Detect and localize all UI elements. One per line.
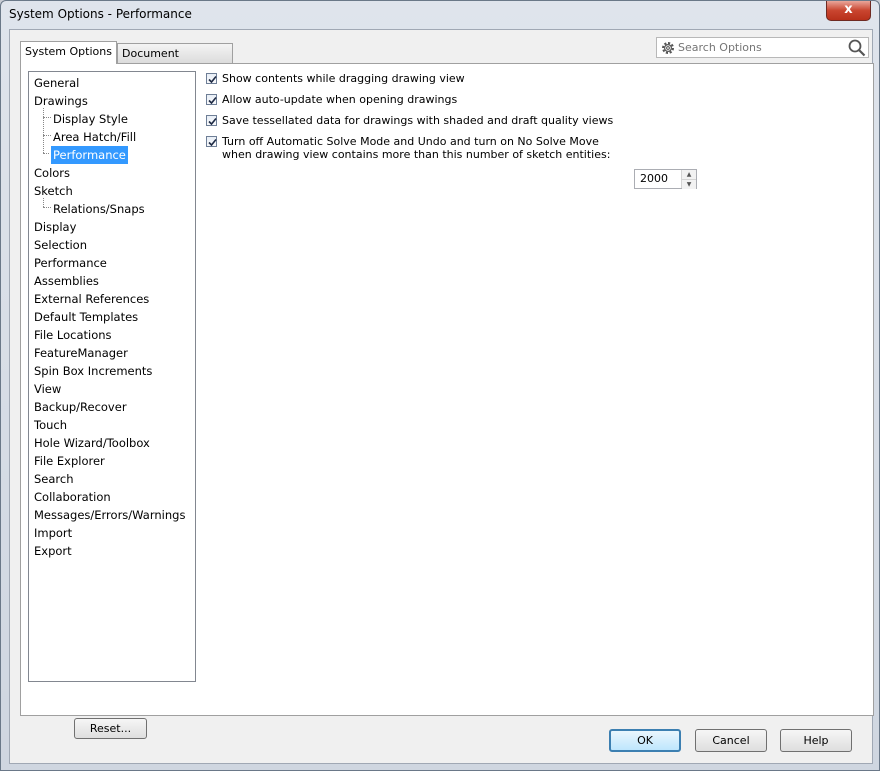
close-button[interactable]: x xyxy=(826,1,871,21)
options-tree[interactable]: General Drawings Display Style Area Hatch/F… xyxy=(28,71,196,682)
window-title: System Options - Performance xyxy=(9,7,192,21)
tree-item[interactable]: Performance xyxy=(34,254,107,272)
tree-item[interactable]: Spin Box Increments xyxy=(34,362,152,380)
tree-item[interactable]: View xyxy=(34,380,61,398)
option-label: Turn off Automatic Solve Mode and Undo a… xyxy=(222,135,599,148)
tree-connector xyxy=(43,117,51,118)
check-icon xyxy=(208,96,217,105)
help-button[interactable]: Help xyxy=(780,729,852,752)
sketch-entities-spinbox[interactable]: 2000 ▲ ▼ xyxy=(634,169,697,189)
search-icon[interactable] xyxy=(848,39,866,57)
tree-connector xyxy=(43,153,49,154)
tree-connector xyxy=(43,207,51,208)
tree-item[interactable]: Colors xyxy=(34,164,70,182)
tree-item[interactable]: Assemblies xyxy=(34,272,99,290)
tree-item[interactable]: File Explorer xyxy=(34,452,105,470)
search-box[interactable] xyxy=(656,37,869,58)
tree-item[interactable]: Collaboration xyxy=(34,488,111,506)
tree-connector xyxy=(43,108,44,153)
tree-item[interactable]: Messages/Errors/Warnings xyxy=(34,506,185,524)
check-icon xyxy=(208,138,217,147)
tree-item[interactable]: Relations/Snaps xyxy=(53,200,145,218)
tree-item[interactable]: Display xyxy=(34,218,76,236)
spin-down-icon[interactable]: ▼ xyxy=(682,179,696,189)
tab-document-properties[interactable]: Document Properties xyxy=(117,43,233,80)
spin-arrows: ▲ ▼ xyxy=(681,170,696,189)
dialog-client: System Options Document Properties xyxy=(9,29,874,764)
tree-item[interactable]: FeatureManager xyxy=(34,344,128,362)
option-label: Show contents while dragging drawing vie… xyxy=(222,72,465,85)
tree-item[interactable]: Drawings xyxy=(34,92,88,110)
tree-item[interactable]: Sketch xyxy=(34,182,73,200)
options-dialog: System Options - Performance x System Op… xyxy=(0,0,880,771)
title-bar[interactable]: System Options - Performance x xyxy=(1,1,879,29)
reset-button[interactable]: Reset... xyxy=(74,718,147,739)
check-icon xyxy=(208,75,217,84)
sketch-entities-value[interactable]: 2000 xyxy=(640,172,668,185)
tree-item[interactable]: Performance xyxy=(51,146,128,164)
tree-connector xyxy=(43,135,51,136)
cancel-button[interactable]: Cancel xyxy=(695,729,767,752)
tree-item[interactable]: Default Templates xyxy=(34,308,138,326)
search-input[interactable] xyxy=(678,40,840,55)
close-icon: x xyxy=(844,2,853,17)
check-icon xyxy=(208,117,217,126)
tree-item[interactable]: Import xyxy=(34,524,72,542)
checkbox[interactable] xyxy=(206,94,217,105)
tab-system-options[interactable]: System Options xyxy=(20,41,117,64)
tree-item[interactable]: Search xyxy=(34,470,74,488)
option-label-line2: when drawing view contains more than thi… xyxy=(222,148,611,161)
tree-item[interactable]: General xyxy=(34,74,79,92)
ok-button[interactable]: OK xyxy=(609,729,681,752)
checkbox[interactable] xyxy=(206,115,217,126)
tree-item[interactable]: File Locations xyxy=(34,326,112,344)
tree-item[interactable]: Touch xyxy=(34,416,67,434)
checkbox[interactable] xyxy=(206,73,217,84)
option-label: Save tessellated data for drawings with … xyxy=(222,114,614,127)
tree-item[interactable]: Backup/Recover xyxy=(34,398,127,416)
tree-item[interactable]: Area Hatch/Fill xyxy=(53,128,136,146)
tab-panel: General Drawings Display Style Area Hatch/F… xyxy=(20,63,874,739)
tree-item[interactable]: External References xyxy=(34,290,149,308)
tree-item[interactable]: Display Style xyxy=(53,110,128,128)
spin-up-icon[interactable]: ▲ xyxy=(682,170,696,179)
checkbox[interactable] xyxy=(206,136,217,147)
tree-item[interactable]: Hole Wizard/Toolbox xyxy=(34,434,150,452)
gear-icon[interactable] xyxy=(660,40,676,56)
tree-item[interactable]: Export xyxy=(34,542,72,560)
tree-item[interactable]: Selection xyxy=(34,236,87,254)
tab-system-options-label: System Options xyxy=(25,45,112,58)
option-label: Allow auto-update when opening drawings xyxy=(222,93,458,106)
